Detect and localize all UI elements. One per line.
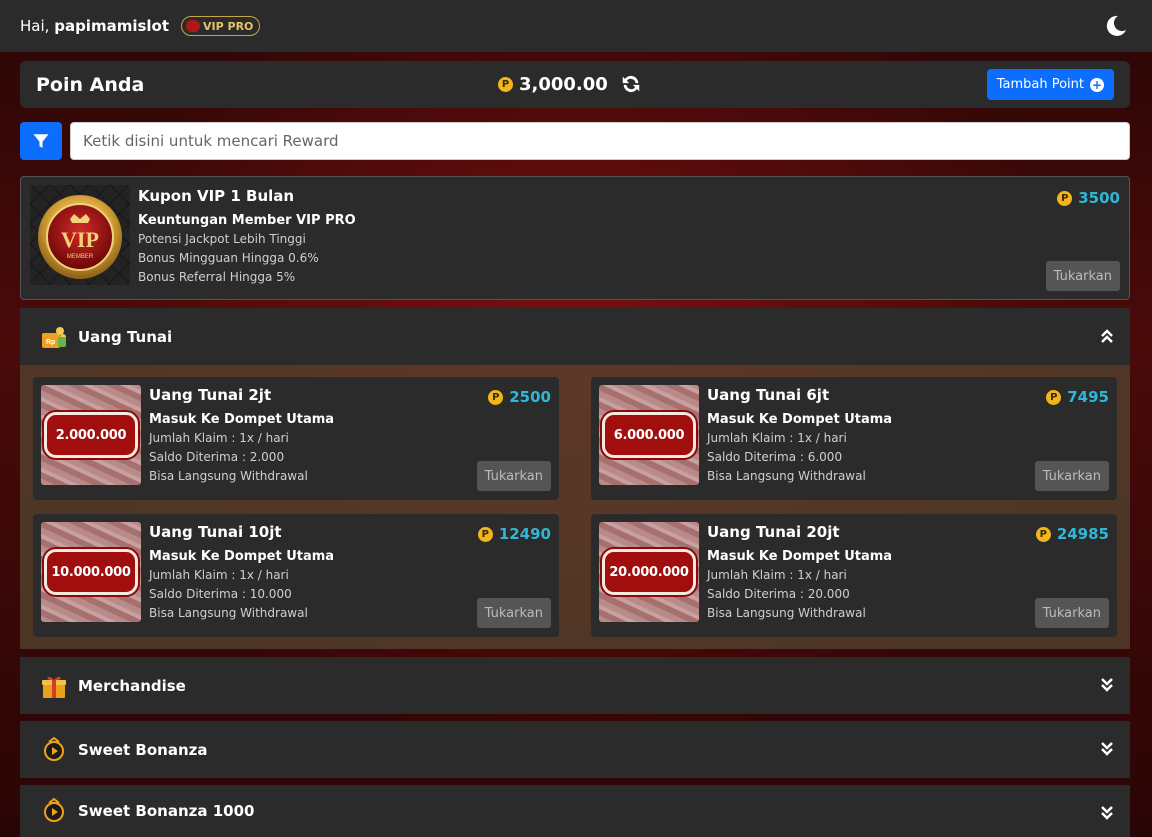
cash-amount-plate: 2.000.000: [44, 412, 138, 458]
vip-pro-badge: VIP PRO: [181, 16, 261, 36]
reward-received: Saldo Diterima : 10.000: [149, 587, 292, 601]
cash-reward-image: 6.000.000: [599, 385, 699, 485]
reward-title: Uang Tunai 10jt: [149, 523, 282, 541]
reward-subtitle: Masuk Ke Dompet Utama: [149, 412, 335, 427]
featured-benefit: Potensi Jackpot Lebih Tinggi: [138, 232, 306, 246]
add-point-label: Tambah Point: [996, 77, 1084, 92]
reward-subtitle: Masuk Ke Dompet Utama: [707, 412, 893, 427]
reward-card: 20.000.000 Uang Tunai 20jt Masuk Ke Domp…: [591, 514, 1117, 637]
coin-icon: P: [498, 76, 513, 92]
reward-claim: Jumlah Klaim : 1x / hari: [707, 568, 847, 582]
reward-card: 2.000.000 Uang Tunai 2jt Masuk Ke Dompet…: [33, 377, 559, 500]
reward-note: Bisa Langsung Withdrawal: [149, 469, 308, 483]
featured-price: P 3500: [1057, 189, 1120, 207]
chevron-down-icon[interactable]: [1100, 677, 1114, 693]
cash-reward-image: 2.000.000: [41, 385, 141, 485]
greeting: Hai, papimamislot: [20, 17, 169, 35]
gift-icon: [40, 672, 68, 700]
coin-icon: P: [1057, 190, 1073, 206]
category-header-uang-tunai[interactable]: Rp Uang Tunai: [20, 308, 1130, 365]
featured-title: Kupon VIP 1 Bulan: [138, 187, 295, 205]
vip-emblem-sub: MEMBER: [67, 254, 94, 260]
chevron-down-icon[interactable]: [1100, 741, 1114, 757]
reward-card: 6.000.000 Uang Tunai 6jt Masuk Ke Dompet…: [591, 377, 1117, 500]
reward-price-value: 24985: [1056, 525, 1109, 543]
points-balance-group: P 3,000.00: [498, 73, 642, 95]
filter-icon: [33, 134, 49, 148]
reward-price: P 7495: [1046, 388, 1109, 406]
top-bar: Hai, papimamislot VIP PRO: [0, 0, 1152, 52]
crown-icon: [186, 20, 201, 32]
cash-amount-plate: 6.000.000: [602, 412, 696, 458]
redeem-button[interactable]: Tukarkan: [476, 598, 551, 628]
reward-price: P 12490: [477, 525, 551, 543]
reward-title: Uang Tunai 2jt: [149, 386, 272, 404]
redeem-button[interactable]: Tukarkan: [1045, 261, 1120, 291]
featured-subtitle: Keuntungan Member VIP PRO: [138, 213, 356, 228]
reward-note: Bisa Langsung Withdrawal: [707, 469, 866, 483]
cash-amount-plate: 20.000.000: [602, 549, 696, 595]
reward-subtitle: Masuk Ke Dompet Utama: [149, 549, 335, 564]
username: papimamislot: [54, 17, 170, 35]
category-label: Merchandise: [78, 676, 186, 695]
coin-icon: P: [488, 389, 504, 405]
reward-price-value: 12490: [498, 525, 551, 543]
svg-text:Rp: Rp: [46, 339, 55, 346]
chevron-up-icon[interactable]: [1100, 328, 1114, 344]
reward-subtitle: Masuk Ke Dompet Utama: [707, 549, 893, 564]
featured-benefit: Bonus Referral Hingga 5%: [138, 270, 296, 284]
reward-note: Bisa Langsung Withdrawal: [149, 606, 308, 620]
reward-note: Bisa Langsung Withdrawal: [707, 606, 866, 620]
reward-claim: Jumlah Klaim : 1x / hari: [149, 431, 289, 445]
category-label: Sweet Bonanza: [78, 740, 208, 759]
reward-received: Saldo Diterima : 20.000: [707, 587, 850, 601]
category-label: Uang Tunai: [78, 327, 173, 346]
redeem-button[interactable]: Tukarkan: [476, 461, 551, 491]
points-balance: 3,000.00: [519, 73, 608, 95]
cash-bag-icon: Rp: [40, 323, 68, 351]
featured-benefit: Bonus Mingguan Hingga 0.6%: [138, 251, 319, 265]
moon-icon[interactable]: [1104, 14, 1128, 38]
coin-icon: P: [1035, 526, 1051, 542]
category-body-uang-tunai: 2.000.000 Uang Tunai 2jt Masuk Ke Dompet…: [20, 365, 1130, 649]
refresh-icon[interactable]: [620, 73, 642, 95]
vip-badge-label: VIP PRO: [203, 19, 254, 33]
filter-button[interactable]: [20, 122, 62, 160]
coin-icon: P: [1046, 389, 1062, 405]
redeem-button[interactable]: Tukarkan: [1034, 598, 1109, 628]
reward-received: Saldo Diterima : 2.000: [149, 450, 285, 464]
vip-coupon-image: VIP MEMBER: [30, 185, 130, 285]
category-header-sweet-bonanza-1000[interactable]: Sweet Bonanza 1000: [20, 785, 1130, 837]
featured-reward-card: VIP MEMBER Kupon VIP 1 Bulan Keuntungan …: [20, 176, 1130, 300]
category-header-merchandise[interactable]: Merchandise: [20, 657, 1130, 714]
reward-price: P 24985: [1035, 525, 1109, 543]
play-logo-icon: [40, 797, 68, 825]
reward-received: Saldo Diterima : 6.000: [707, 450, 843, 464]
reward-card: 10.000.000 Uang Tunai 10jt Masuk Ke Domp…: [33, 514, 559, 637]
add-point-button[interactable]: Tambah Point +: [986, 69, 1114, 100]
reward-claim: Jumlah Klaim : 1x / hari: [707, 431, 847, 445]
search-input[interactable]: [70, 122, 1130, 160]
redeem-button[interactable]: Tukarkan: [1034, 461, 1109, 491]
reward-price-value: 2500: [509, 388, 551, 406]
category-label: Sweet Bonanza 1000: [78, 802, 255, 820]
plus-circle-icon: +: [1090, 77, 1104, 92]
reward-price-value: 7495: [1067, 388, 1109, 406]
category-header-sweet-bonanza[interactable]: Sweet Bonanza: [20, 721, 1130, 778]
reward-title: Uang Tunai 20jt: [707, 523, 840, 541]
points-title: Poin Anda: [36, 73, 145, 96]
vip-emblem-text: VIP: [61, 227, 99, 252]
cash-amount-plate: 10.000.000: [44, 549, 138, 595]
cash-reward-image: 10.000.000: [41, 522, 141, 622]
cash-reward-image: 20.000.000: [599, 522, 699, 622]
points-bar: Poin Anda P 3,000.00 Tambah Point +: [20, 61, 1130, 108]
featured-price-value: 3500: [1078, 189, 1120, 207]
reward-title: Uang Tunai 6jt: [707, 386, 830, 404]
reward-price: P 2500: [488, 388, 551, 406]
greeting-label: Hai,: [20, 17, 50, 35]
coin-icon: P: [477, 526, 493, 542]
play-logo-icon: [40, 736, 68, 764]
chevron-down-icon[interactable]: [1100, 805, 1114, 821]
reward-claim: Jumlah Klaim : 1x / hari: [149, 568, 289, 582]
